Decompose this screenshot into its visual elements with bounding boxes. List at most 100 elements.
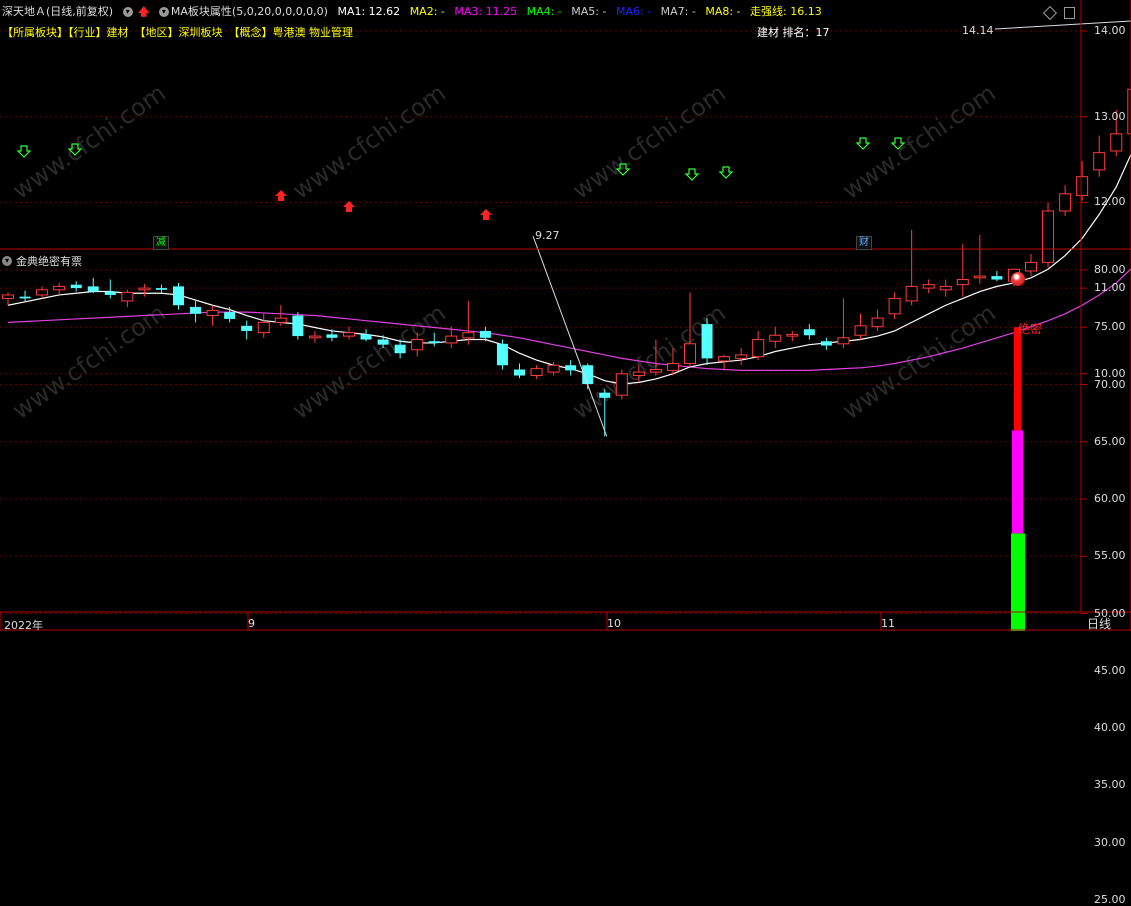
indicator-axis-label: 70.00 [1094,378,1126,391]
candle [292,312,303,339]
candle-body [497,344,508,365]
concept-tag: 【概念】 [229,26,273,39]
indicator-name[interactable]: MA板块属性 [171,5,232,18]
ma2-value: MA2: - [410,5,445,18]
indicator-bar-segment [1012,430,1023,533]
candle-body [54,286,65,289]
candle-body [855,326,866,335]
ma5-value: MA5: - [571,5,606,18]
finance-report-tag[interactable]: 财 [856,236,872,250]
collapse-icon[interactable]: ▾ [123,7,133,17]
candle-body [412,340,423,350]
candle-body [770,335,781,341]
indicator-bar-segment [1011,533,1025,631]
price-axis-label: 12.00 [1094,195,1126,208]
candle-body [514,370,525,376]
candle-body [906,286,917,301]
candle-body [889,298,900,313]
candle-body [190,307,201,314]
indicator-axis-label: 55.00 [1094,549,1126,562]
strong-line-value: 走强线: 16.13 [750,5,822,18]
candle-body [139,288,150,290]
candle-body [88,286,99,291]
indicator-title[interactable]: 金典绝密有票 [16,253,82,269]
header-bar: 深天地Ａ(日线,前复权) ▾ 🡅 ▾MA板块属性(5,0,20,0,0,0,0,… [2,5,828,19]
candle [497,340,508,370]
candle [1043,202,1054,267]
candle-body [787,334,798,336]
candle-body [599,393,610,398]
candle-body [872,318,883,327]
candle-body [446,336,457,343]
candle [616,370,627,400]
candle-body [344,333,355,336]
candle-body [838,338,849,344]
indicator-params: (5,0,20,0,0,0,0,0) [232,5,328,18]
period-button[interactable]: 日线 [1087,615,1111,632]
maximize-icon[interactable] [1064,7,1075,19]
x-label-oct: 10 [607,617,621,630]
candle-body [1077,177,1088,196]
candle-body [1026,262,1037,271]
candle-body [1043,211,1054,262]
ma1-value: MA1: 12.62 [337,5,400,18]
price-axis-label: 13.00 [1094,110,1126,123]
juemi-label: 绝密 [1018,320,1042,337]
candle-body [940,286,951,289]
reduce-holding-tag[interactable]: 减 [153,236,169,250]
indicator-axis-label: 45.00 [1094,664,1126,677]
candle-body [105,292,116,295]
candle-body [361,334,372,339]
candle-body [753,340,764,357]
candle-body [1094,153,1105,170]
high-price-label: 14.14 [962,24,994,37]
candle-body [224,312,235,319]
region-value[interactable]: 深圳板块 [179,26,223,39]
indicator-bar-segment [1014,327,1021,430]
period-info: (日线,前复权) [46,5,113,18]
indicator-axis-label: 60.00 [1094,492,1126,505]
candle-body [531,369,542,376]
region-tag: 【地区】 [135,26,179,39]
ma7-value: MA7: - [661,5,696,18]
up-arrow-icon: 🡅 [138,5,149,18]
x-label-sep: 9 [248,617,255,630]
indicator-axis-label: 30.00 [1094,836,1126,849]
signal-ball-icon [1011,272,1025,286]
chart-canvas[interactable]: www.cfchi.comwww.cfchi.comwww.cfchi.comw… [0,0,1131,631]
candle-body [71,285,82,288]
candle-body [275,318,286,322]
candle-body [702,324,713,358]
ma8-value: MA8: - [705,5,740,18]
candle-body [3,295,14,298]
ma3-value: MA3: 11.25 [454,5,517,18]
candle-body [1060,194,1071,211]
candle [702,318,713,365]
candle-body [633,372,644,375]
indicator-menu-icon[interactable]: ▾ [159,7,169,17]
candle-body [736,355,747,358]
candle-body [429,341,440,343]
candle-body [616,374,627,395]
industry-value[interactable]: 建材 [107,26,129,39]
candle-body [378,340,389,345]
candle-body [685,344,696,364]
concept-value[interactable]: 粤港澳 物业管理 [273,26,354,39]
price-axis-label: 11.00 [1094,281,1126,294]
candle-body [667,364,678,371]
candle-body [957,280,968,285]
candle-body [156,288,167,290]
indicator-axis-label: 35.00 [1094,778,1126,791]
candle-body [480,331,491,338]
sector-line: 【所属板块】【行业】建材【地区】深圳板块【概念】粤港澳 物业管理 [2,26,359,40]
industry-tag: 【行业】 [68,26,107,39]
sector-tag: 【所属板块】 [2,26,68,39]
indicator-menu-icon[interactable]: ▾ [2,256,12,266]
candle-body [804,329,815,335]
candle-body [463,333,474,338]
candle-body [395,345,406,354]
candle-body [991,276,1002,279]
candle-body [719,357,730,361]
candle-body [241,326,252,331]
candle-body [37,290,48,295]
